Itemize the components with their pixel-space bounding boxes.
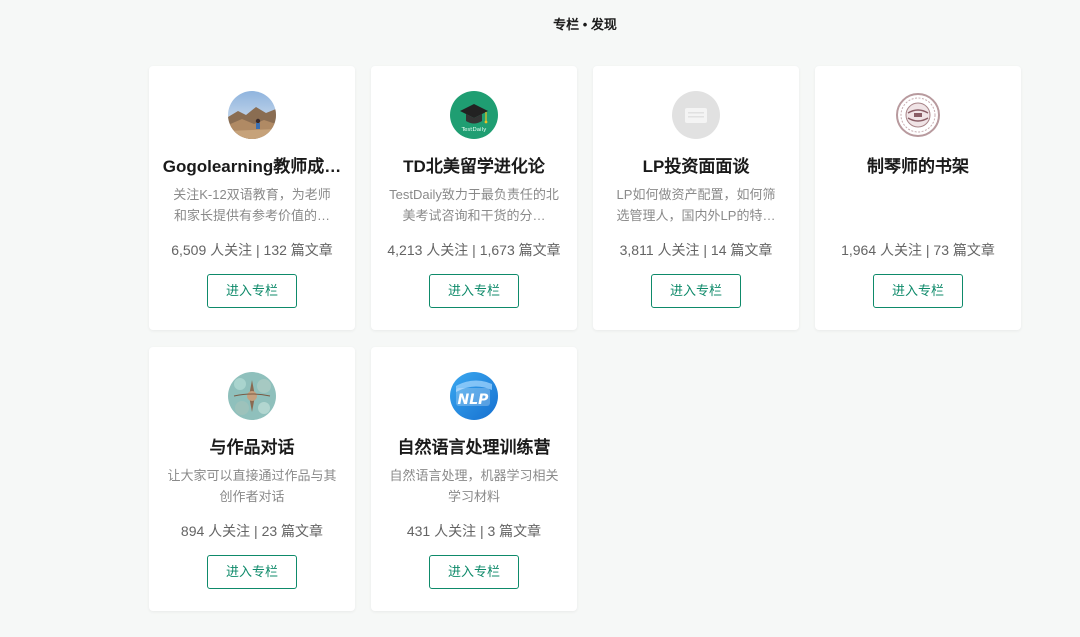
column-card[interactable]: NLP 自然语言处理训练营 自然语言处理，机器学习相关学习材料 431 人关注 … [371,347,577,611]
page-title: 专栏 • 发现 [553,17,617,32]
mountain-photo-avatar-icon[interactable] [228,91,276,139]
graduation-cap-avatar-icon[interactable]: TestDaily [450,91,498,139]
column-title[interactable]: LP投资面面谈 [605,156,787,178]
column-grid: Gogolearning教师成… 关注K-12双语教育，为老师和家长提供有参考价… [149,66,1021,611]
column-stats: 4,213 人关注 | 1,673 篇文章 [387,242,561,258]
column-card[interactable]: Gogolearning教师成… 关注K-12双语教育，为老师和家长提供有参考价… [149,66,355,330]
svg-text:NLP: NLP [458,392,490,408]
column-stats: 3,811 人关注 | 14 篇文章 [619,242,773,258]
column-card[interactable]: TestDaily TD北美留学进化论 TestDaily致力于最负责任的北美考… [371,66,577,330]
nlp-logo-avatar-icon[interactable]: NLP [450,372,498,420]
column-description: 关注K-12双语教育，为老师和家长提供有参考价值的… [173,187,331,223]
column-title[interactable]: 与作品对话 [161,437,343,459]
column-description: 自然语言处理，机器学习相关学习材料 [389,468,559,504]
column-card[interactable]: 制琴师的书架 1,964 人关注 | 73 篇文章 进入专栏 [815,66,1021,330]
column-stats: 431 人关注 | 3 篇文章 [406,523,542,539]
artwork-photo-avatar-icon[interactable] [228,372,276,420]
page: 专栏 • 发现 Gogolearning教师成… 关注K-12双语教育，为老师和… [0,0,1080,637]
column-title[interactable]: Gogolearning教师成… [161,156,343,178]
column-description: TestDaily致力于最负责任的北美考试咨询和干货的分… [389,187,559,223]
column-description: LP如何做资产配置，如何筛选管理人，国内外LP的特… [616,187,776,223]
column-description: 让大家可以直接通过作品与其创作者对话 [167,468,337,504]
column-card[interactable]: 与作品对话 让大家可以直接通过作品与其创作者对话 894 人关注 | 23 篇文… [149,347,355,611]
enter-column-button[interactable]: 进入专栏 [429,274,519,308]
column-title[interactable]: 制琴师的书架 [827,156,1009,178]
enter-column-button[interactable]: 进入专栏 [429,555,519,589]
default-placeholder-avatar-icon[interactable] [672,91,720,139]
column-description [833,184,1003,226]
svg-text:TestDaily: TestDaily [461,127,487,133]
enter-column-button[interactable]: 进入专栏 [207,274,297,308]
column-title[interactable]: TD北美留学进化论 [383,156,565,178]
enter-column-button[interactable]: 进入专栏 [873,274,963,308]
column-stats: 1,964 人关注 | 73 篇文章 [841,242,995,258]
column-stats: 894 人关注 | 23 篇文章 [180,523,324,539]
stamp-seal-avatar-icon[interactable] [894,91,942,139]
enter-column-button[interactable]: 进入专栏 [651,274,741,308]
enter-column-button[interactable]: 进入专栏 [207,555,297,589]
column-title[interactable]: 自然语言处理训练营 [383,437,565,459]
column-stats: 6,509 人关注 | 132 篇文章 [171,242,333,258]
column-card[interactable]: LP投资面面谈 LP如何做资产配置，如何筛选管理人，国内外LP的特… 3,811… [593,66,799,330]
